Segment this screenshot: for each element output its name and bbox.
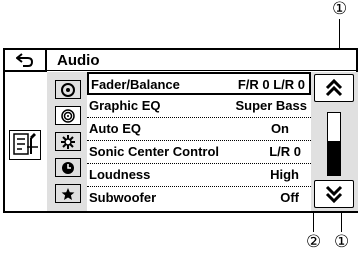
menu-item-value: Off — [280, 190, 299, 205]
menu-item-fader-balance[interactable]: Fader/Balance F/R 0 L/R 0 — [87, 72, 311, 95]
cd-icon — [61, 108, 75, 123]
double-chevron-down-icon — [325, 185, 343, 204]
menu-item-label: Loudness — [89, 167, 151, 182]
menu-item-value: On — [270, 121, 289, 136]
scroll-down-button[interactable] — [314, 180, 354, 208]
tools-button[interactable] — [9, 130, 41, 160]
menu-item-label: Graphic EQ — [89, 98, 161, 113]
source-favorite-button[interactable] — [55, 184, 81, 203]
menu-item-value: F/R 0 L/R 0 — [237, 77, 305, 92]
menu-item-value: Super Bass — [235, 98, 307, 113]
double-chevron-up-icon — [325, 78, 343, 97]
back-arrow-icon — [16, 53, 34, 67]
header-divider — [47, 70, 356, 71]
scroll-thumb[interactable] — [328, 140, 340, 175]
menu-item-subwoofer[interactable]: Subwoofer Off — [87, 187, 311, 210]
disc-icon — [61, 82, 75, 97]
star-icon — [61, 187, 75, 200]
callout-scroll-position: ② — [306, 232, 322, 252]
clock-icon — [62, 161, 74, 174]
menu-item-value: High — [270, 167, 299, 182]
menu-item-sonic-center-control[interactable]: Sonic Center Control L/R 0 — [87, 141, 311, 164]
callout-scroll-down: ① — [334, 232, 350, 252]
source-cd-button[interactable] — [55, 106, 81, 125]
menu-item-auto-eq[interactable]: Auto EQ On — [87, 118, 311, 141]
menu-item-label: Fader/Balance — [91, 77, 180, 92]
menu-item-label: Sonic Center Control — [89, 144, 220, 159]
audio-screen: Audio Fader/Balance F/R 0 L/R 0 Graphic … — [3, 48, 358, 213]
source-disc-button[interactable] — [55, 80, 81, 99]
menu-item-label: Subwoofer — [89, 190, 157, 205]
callout-scroll-up: ① — [332, 0, 348, 19]
menu-item-value: L/R 0 — [269, 144, 301, 159]
tools-icon — [13, 133, 38, 155]
page-title: Audio — [57, 52, 100, 69]
source-clock-button[interactable] — [55, 158, 81, 177]
menu-item-label: Auto EQ — [89, 121, 141, 136]
audio-menu-list: Fader/Balance F/R 0 L/R 0 Graphic EQ Sup… — [87, 72, 311, 210]
back-button[interactable] — [5, 50, 47, 72]
settings-icon — [61, 134, 75, 149]
source-settings-button[interactable] — [55, 132, 81, 151]
scroll-up-button[interactable] — [314, 74, 354, 102]
scroll-track[interactable] — [327, 112, 341, 176]
menu-item-graphic-eq[interactable]: Graphic EQ Super Bass — [87, 95, 311, 118]
menu-item-loudness[interactable]: Loudness High — [87, 164, 311, 187]
